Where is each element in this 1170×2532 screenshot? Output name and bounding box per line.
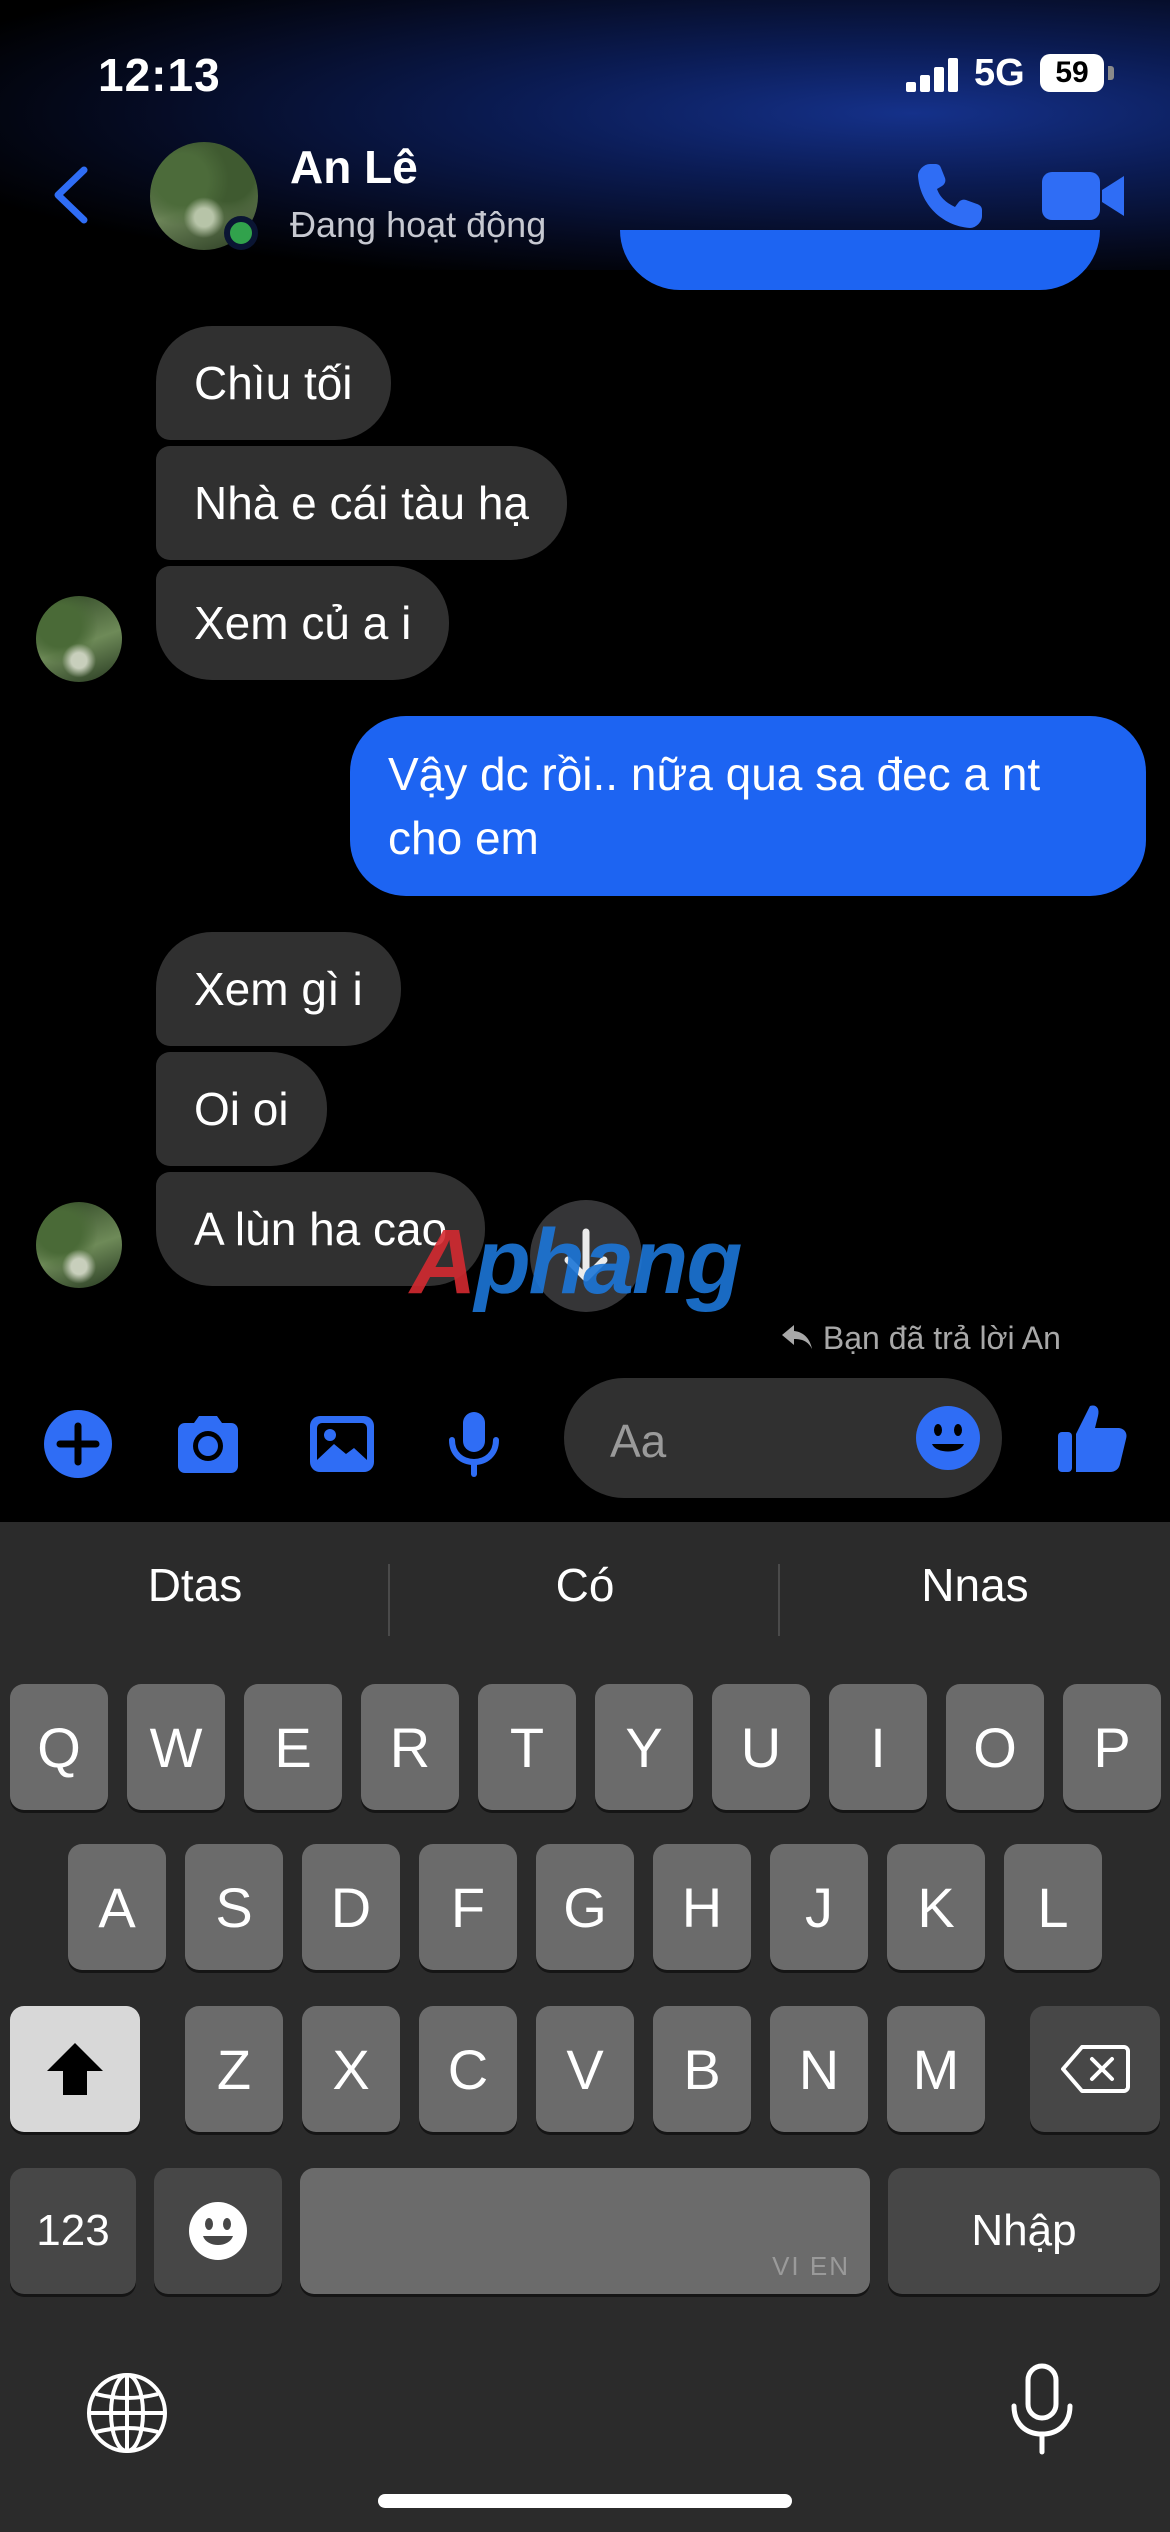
online-indicator [224,216,258,250]
key-x[interactable]: X [302,2006,400,2132]
backspace-key[interactable] [1030,2006,1160,2132]
key-z[interactable]: Z [185,2006,283,2132]
back-icon[interactable] [44,160,104,230]
thumbs-up-icon[interactable] [1054,1400,1130,1476]
key-c[interactable]: C [419,2006,517,2132]
reply-note: Bạn đã trả lời An [780,1320,1061,1357]
suggestion-item[interactable]: Nnas [780,1558,1170,1612]
key-e[interactable]: E [244,1684,342,1810]
keyboard: Dtas Có Nnas Q W E R T Y U I O P A S D F… [0,1522,1170,2532]
battery-icon: 59 [1040,54,1104,92]
key-i[interactable]: I [829,1684,927,1810]
signal-icon [906,58,960,92]
key-y[interactable]: Y [595,1684,693,1810]
key-o[interactable]: O [946,1684,1044,1810]
key-b[interactable]: B [653,2006,751,2132]
reply-icon [782,1325,812,1349]
key-g[interactable]: G [536,1844,634,1970]
watermark-logo: Aphang [410,1211,742,1313]
message-bubble-incoming[interactable]: Nhà e cái tàu hạ [156,446,568,560]
globe-icon[interactable] [84,2370,170,2456]
message-bubble-outgoing[interactable]: Vậy dc rồi.. nữa qua sa đec a nt cho em [350,716,1146,896]
key-a[interactable]: A [68,1844,166,1970]
phone-icon[interactable] [912,158,988,234]
backspace-icon [1061,2045,1130,2093]
battery-level: 59 [1055,56,1089,89]
camera-icon[interactable] [172,1408,244,1480]
suggestion-item[interactable]: Dtas [0,1558,390,1612]
message-bubble-incoming[interactable]: Xem củ a i [156,566,450,680]
sender-avatar[interactable] [36,1202,122,1288]
contact-status: Đang hoạt động [290,204,547,245]
shift-icon [47,2043,103,2095]
emoji-icon [189,2202,247,2260]
return-key[interactable]: Nhập [888,2168,1160,2294]
emoji-key[interactable] [154,2168,282,2294]
key-q[interactable]: Q [10,1684,108,1810]
key-v[interactable]: V [536,2006,634,2132]
photo-icon[interactable] [306,1408,378,1480]
battery-tip [1108,66,1114,80]
message-bubble-incoming[interactable]: Xem gì i [156,932,401,1046]
status-time: 12:13 [98,49,221,101]
key-d[interactable]: D [302,1844,400,1970]
key-k[interactable]: K [887,1844,985,1970]
dictation-mic-icon[interactable] [1004,2362,1080,2458]
numbers-key[interactable]: 123 [10,2168,136,2294]
status-bar: 12:13 5G 59 [0,0,1170,140]
key-l[interactable]: L [1004,1844,1102,1970]
key-h[interactable]: H [653,1844,751,1970]
message-list[interactable]: Chìu tối Nhà e cái tàu hạ Xem củ a i Vậy… [0,270,1170,1360]
space-key[interactable]: VI EN [300,2168,870,2294]
message-bubble-incoming[interactable]: Chìu tối [156,326,391,440]
key-n[interactable]: N [770,2006,868,2132]
space-language-label: VI EN [772,2251,850,2281]
contact-name[interactable]: An Lê [290,140,418,194]
emoji-icon[interactable] [914,1404,982,1472]
key-m[interactable]: M [887,2006,985,2132]
key-j[interactable]: J [770,1844,868,1970]
network-type: 5G [974,52,1025,94]
home-indicator[interactable] [378,2494,792,2508]
key-u[interactable]: U [712,1684,810,1810]
message-input[interactable]: Aa [564,1378,1002,1498]
plus-circle-icon[interactable] [42,1408,114,1480]
message-input-placeholder: Aa [610,1415,667,1467]
key-f[interactable]: F [419,1844,517,1970]
message-bubble-incoming[interactable]: Oi oi [156,1052,327,1166]
sender-avatar[interactable] [36,596,122,682]
key-s[interactable]: S [185,1844,283,1970]
message-composer: Aa [0,1360,1170,1522]
key-t[interactable]: T [478,1684,576,1810]
video-camera-icon[interactable] [1040,162,1126,230]
suggestion-item[interactable]: Có [390,1558,780,1612]
key-r[interactable]: R [361,1684,459,1810]
key-p[interactable]: P [1063,1684,1161,1810]
shift-key[interactable] [10,2006,140,2132]
key-w[interactable]: W [127,1684,225,1810]
microphone-icon[interactable] [438,1408,510,1480]
